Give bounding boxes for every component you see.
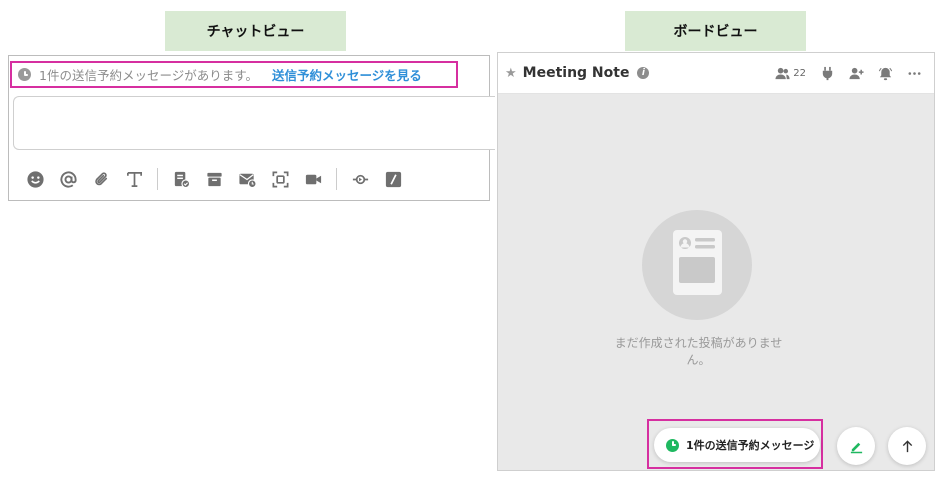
star-icon[interactable]: ★	[505, 66, 517, 81]
clock-icon	[18, 68, 31, 81]
more-options-button[interactable]	[907, 66, 922, 81]
scheduled-message-button-label: 1件の送信予約メッセージ	[686, 439, 815, 452]
scheduled-message-notice: 1件の送信予約メッセージがあります。 送信予約メッセージを見る	[10, 61, 458, 88]
archive-icon[interactable]	[204, 169, 224, 189]
task-icon[interactable]	[171, 169, 191, 189]
notification-button[interactable]	[878, 66, 893, 81]
message-input[interactable]	[13, 96, 495, 150]
board-view-panel: ★ Meeting Note i 22 まだ作成された投稿がありません。	[497, 52, 935, 471]
chat-toolbar	[25, 166, 445, 192]
board-title: Meeting Note	[522, 65, 630, 81]
empty-posts-message: まだ作成された投稿がありません。	[614, 336, 783, 367]
attach-icon[interactable]	[91, 169, 111, 189]
mail-schedule-icon[interactable]	[237, 169, 257, 189]
slash-command-icon[interactable]	[383, 169, 403, 189]
screen-capture-icon[interactable]	[270, 169, 290, 189]
board-header: ★ Meeting Note i 22	[498, 53, 934, 94]
board-view-label: ボードビュー	[625, 11, 806, 51]
board-header-actions: 22	[761, 53, 922, 94]
document-icon	[673, 230, 722, 295]
more-icon	[908, 72, 921, 75]
toolbar-divider	[336, 168, 337, 190]
pencil-icon	[850, 442, 862, 453]
scroll-to-top-button[interactable]	[888, 427, 926, 465]
toolbar-divider	[157, 168, 158, 190]
integration-icon[interactable]	[350, 169, 370, 189]
view-scheduled-messages-link[interactable]: 送信予約メッセージを見る	[272, 65, 422, 84]
invite-member-button[interactable]	[849, 66, 864, 81]
chat-view-panel: 1件の送信予約メッセージがあります。 送信予約メッセージを見る	[8, 55, 495, 201]
video-icon[interactable]	[303, 169, 323, 189]
integration-plug-button[interactable]	[820, 66, 835, 81]
members-button[interactable]: 22	[775, 66, 806, 81]
info-icon[interactable]: i	[637, 67, 650, 79]
clock-icon	[666, 438, 679, 452]
members-icon	[775, 67, 790, 80]
emoji-icon[interactable]	[25, 169, 45, 189]
empty-posts-illustration	[642, 210, 752, 320]
text-format-icon[interactable]	[124, 169, 144, 189]
arrow-up-icon	[902, 439, 912, 452]
add-user-icon	[849, 67, 864, 80]
mention-icon[interactable]	[58, 169, 78, 189]
scheduled-message-button[interactable]: 1件の送信予約メッセージ	[654, 428, 820, 462]
plug-icon	[822, 66, 833, 81]
scheduled-message-highlight: 1件の送信予約メッセージ	[647, 419, 823, 469]
bell-icon	[878, 67, 893, 81]
scheduled-notice-text: 1件の送信予約メッセージがあります。	[39, 68, 258, 83]
write-post-button[interactable]	[837, 427, 875, 465]
chat-view-label: チャットビュー	[165, 11, 346, 51]
member-count: 22	[793, 68, 806, 79]
